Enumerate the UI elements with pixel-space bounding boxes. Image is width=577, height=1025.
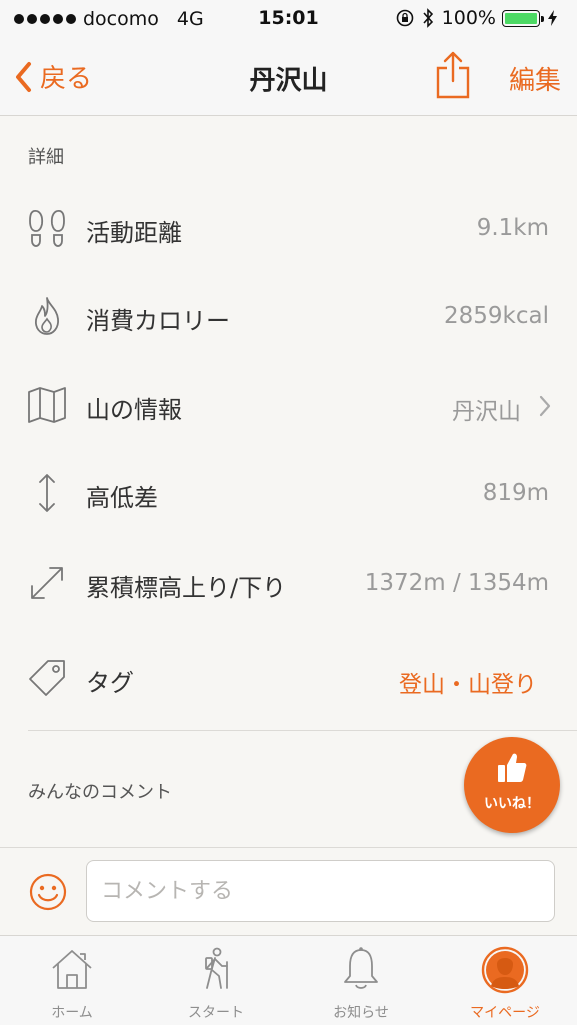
detail-row-distance: 活動距離 9.1km <box>0 185 577 273</box>
comment-input[interactable] <box>86 860 555 922</box>
tab-label: スタート <box>188 1005 244 1021</box>
status-right: 100% <box>396 7 565 29</box>
detail-value: 1372m / 1354m <box>364 570 549 596</box>
tag-icon <box>29 660 65 696</box>
detail-label: 山の情報 <box>86 396 182 424</box>
detail-value: 丹沢山 <box>452 399 521 425</box>
emoji-button[interactable] <box>28 872 68 916</box>
person-icon <box>481 946 529 994</box>
flame-icon <box>34 297 59 335</box>
detail-row-calories: 消費カロリー 2859kcal <box>0 273 577 361</box>
battery-percent: 100% <box>441 7 496 29</box>
vertical-arrows-icon <box>39 474 55 512</box>
tab-bar: ホーム スタート お知らせ マイページ <box>0 935 577 1025</box>
tab-home[interactable]: ホーム <box>0 936 144 1025</box>
share-icon <box>436 51 470 99</box>
like-button[interactable]: いいね！ <box>464 737 560 833</box>
detail-label: 消費カロリー <box>86 307 230 335</box>
status-bar: docomo 4G 15:01 100% <box>0 0 577 40</box>
thumbs-up-icon <box>498 753 527 782</box>
detail-row-mountain-info[interactable]: 山の情報 丹沢山 <box>0 362 577 450</box>
battery-fill <box>505 12 537 24</box>
tab-label: マイページ <box>470 1005 540 1021</box>
detail-value: 2859kcal <box>444 303 549 329</box>
tab-label: ホーム <box>51 1005 93 1021</box>
tab-start[interactable]: スタート <box>144 936 288 1025</box>
detail-value: 819m <box>482 480 549 506</box>
detail-row-elevation-diff: 高低差 819m <box>0 450 577 538</box>
share-button[interactable] <box>434 50 472 104</box>
tab-notifications[interactable]: お知らせ <box>289 936 433 1025</box>
charging-icon <box>548 10 557 26</box>
hiker-icon <box>205 947 228 989</box>
map-icon <box>28 387 66 423</box>
tag-value[interactable]: 登山・山登り <box>399 665 537 699</box>
footprints-icon <box>29 210 65 247</box>
tab-label: お知らせ <box>333 1005 389 1021</box>
detail-row-cumulative-elevation: 累積標高上り/下り 1372m / 1354m <box>0 540 577 628</box>
navigation-bar: 戻る 丹沢山 編集 <box>0 40 577 116</box>
bluetooth-icon <box>423 8 433 28</box>
comments-section-title: みんなのコメント <box>28 782 172 803</box>
detail-label: 活動距離 <box>86 219 182 247</box>
comment-bar <box>0 847 577 936</box>
home-icon <box>52 950 92 989</box>
edit-button[interactable]: 編集 <box>509 60 561 97</box>
page-title: 丹沢山 <box>249 66 328 96</box>
tab-mypage[interactable]: マイページ <box>433 936 577 1025</box>
detail-label: タグ <box>86 669 134 697</box>
like-label: いいね！ <box>484 796 540 812</box>
detail-row-tags: タグ 登山・山登り <box>0 635 577 723</box>
section-divider <box>28 730 577 731</box>
diagonal-arrows-icon <box>31 567 63 599</box>
detail-label: 累積標高上り/下り <box>86 574 287 602</box>
smiley-icon <box>29 873 67 911</box>
battery-icon <box>502 9 544 27</box>
details-section-title: 詳細 <box>28 147 64 168</box>
detail-label: 高低差 <box>86 484 158 512</box>
chevron-right-icon <box>539 395 551 417</box>
detail-value: 9.1km <box>476 215 549 241</box>
rotation-lock-icon <box>396 9 413 27</box>
bell-icon <box>344 947 378 989</box>
